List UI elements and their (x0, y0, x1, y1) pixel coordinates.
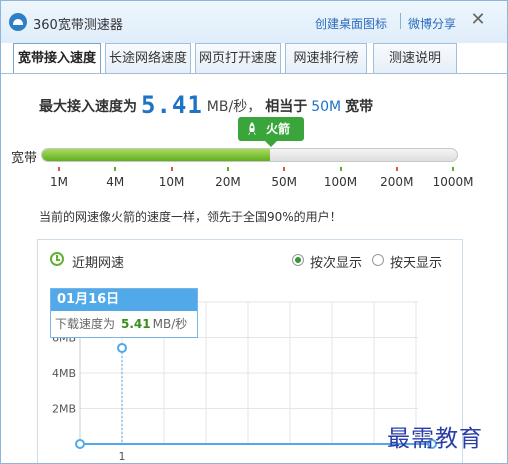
tab-divider (1, 73, 507, 74)
weibo-share-link[interactable]: 微博分享 (408, 15, 456, 32)
tooltip-value: 5.41 (121, 317, 151, 331)
badge-label: 火箭 (266, 122, 291, 136)
equivalent-prefix: 相当于 (265, 99, 308, 115)
tooltip-label: 下载速度为 (55, 317, 116, 331)
scale-tick (114, 167, 117, 171)
bandwidth-bar-label: 宽带 (11, 151, 38, 166)
tab-test-info[interactable]: 测速说明 (373, 43, 457, 73)
summary-prefix: 最大接入速度为 (39, 99, 137, 115)
scale-tick (170, 167, 173, 171)
tab-webpage-speed[interactable]: 网页打开速度 (195, 43, 281, 73)
tooltip-body: 下载速度为 5.41 MB/秒 (51, 311, 197, 337)
app-title: 360宽带测速器 (33, 18, 123, 33)
scale-tick-label: 4M (106, 175, 125, 189)
x-tick-label: 1 (119, 450, 126, 463)
link-divider (400, 13, 401, 29)
tab-access-speed[interactable]: 宽带接入速度 (13, 43, 101, 74)
scale-tick-label: 1000M (432, 175, 474, 189)
title-bar: 360宽带测速器 创建桌面图标 微博分享 ✕ (1, 1, 507, 43)
x-axis-start-point (75, 439, 85, 449)
tab-speed-ranking[interactable]: 网速排行榜 (285, 43, 367, 73)
scale-tick (339, 167, 342, 171)
close-icon[interactable]: ✕ (469, 11, 487, 29)
y-tick-label: 4MB (52, 367, 76, 380)
speed-unit: MB/秒， (206, 99, 262, 115)
tooltip-date: 01月16日 (51, 289, 197, 311)
watermark: 最需教育 (387, 419, 501, 453)
scale-tick-label: 50M (271, 175, 297, 189)
rocket-icon (248, 122, 256, 135)
comparison-text: 当前的网速像火箭的速度一样，领先于全国90%的用户！ (39, 210, 342, 224)
equivalent-suffix: 宽带 (345, 99, 374, 115)
max-speed-value: 5.41 (141, 91, 203, 119)
scale-tick-label: 20M (215, 175, 241, 189)
speed-test-window: 360宽带测速器 创建桌面图标 微博分享 ✕ 宽带接入速度 长途网络速度 网页打… (0, 0, 508, 464)
scale-tick (395, 167, 398, 171)
scale-tick-label: 200M (380, 175, 414, 189)
data-point (117, 342, 127, 353)
y-tick-label: 2MB (52, 403, 76, 416)
speed-bar (41, 148, 458, 162)
scale-tick (283, 167, 286, 171)
scale-tick-label: 100M (323, 175, 358, 189)
speed-bar-fill (42, 149, 270, 161)
scale-tick-label: 10M (158, 175, 185, 189)
tab-bar: 宽带接入速度 长途网络速度 网页打开速度 网速排行榜 测速说明 (13, 43, 503, 74)
scale-tick-label: 1M (50, 175, 68, 189)
watermark-text: 最需教育 (387, 426, 483, 452)
tooltip-unit: MB/秒 (152, 317, 188, 331)
equivalent-bandwidth: 50M (311, 99, 342, 115)
data-tooltip: 01月16日 下载速度为 5.41 MB/秒 (50, 288, 198, 338)
speed-level-badge: 火箭 (238, 117, 304, 147)
create-desktop-icon-link[interactable]: 创建桌面图标 (315, 15, 387, 32)
scale-tick (226, 167, 229, 171)
app-logo-icon (9, 13, 27, 31)
tab-long-distance-speed[interactable]: 长途网络速度 (105, 43, 191, 73)
scale-tick (58, 167, 60, 171)
scale-tick (452, 167, 455, 171)
speed-summary: 最大接入速度为 5.41 MB/秒， 相当于 50M 宽带 (39, 89, 374, 119)
